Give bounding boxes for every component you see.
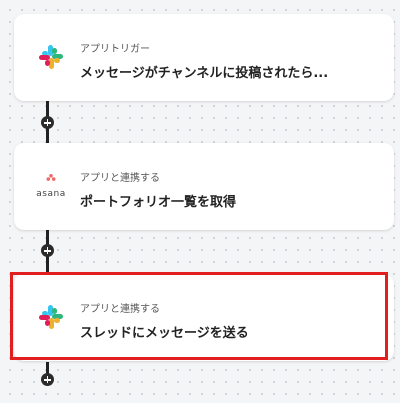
asana-wordmark: asana (36, 189, 66, 199)
asana-icon: asana (36, 171, 66, 201)
step-type-label: アプリと連携する (80, 173, 160, 184)
add-step-button[interactable] (41, 373, 54, 386)
step-title: ポートフォリオ一覧を取得 (80, 195, 237, 210)
step-title: メッセージがチャンネルに投稿されたら... (80, 66, 329, 81)
step-type-label: アプリと連携する (80, 304, 160, 315)
add-step-button[interactable] (41, 116, 54, 129)
add-step-button[interactable] (41, 244, 54, 257)
flow-step-card-trigger[interactable]: アプリトリガー メッセージがチャンネルに投稿されたら... (14, 14, 394, 101)
flow-step-card-action[interactable]: asana アプリと連携する ポートフォリオ一覧を取得 (14, 143, 394, 230)
flow-step-card-action[interactable]: アプリと連携する スレッドにメッセージを送る (14, 274, 394, 361)
step-type-label: アプリトリガー (80, 44, 150, 55)
slack-icon (39, 305, 63, 329)
step-title: スレッドにメッセージを送る (80, 326, 249, 341)
slack-icon (39, 45, 63, 69)
